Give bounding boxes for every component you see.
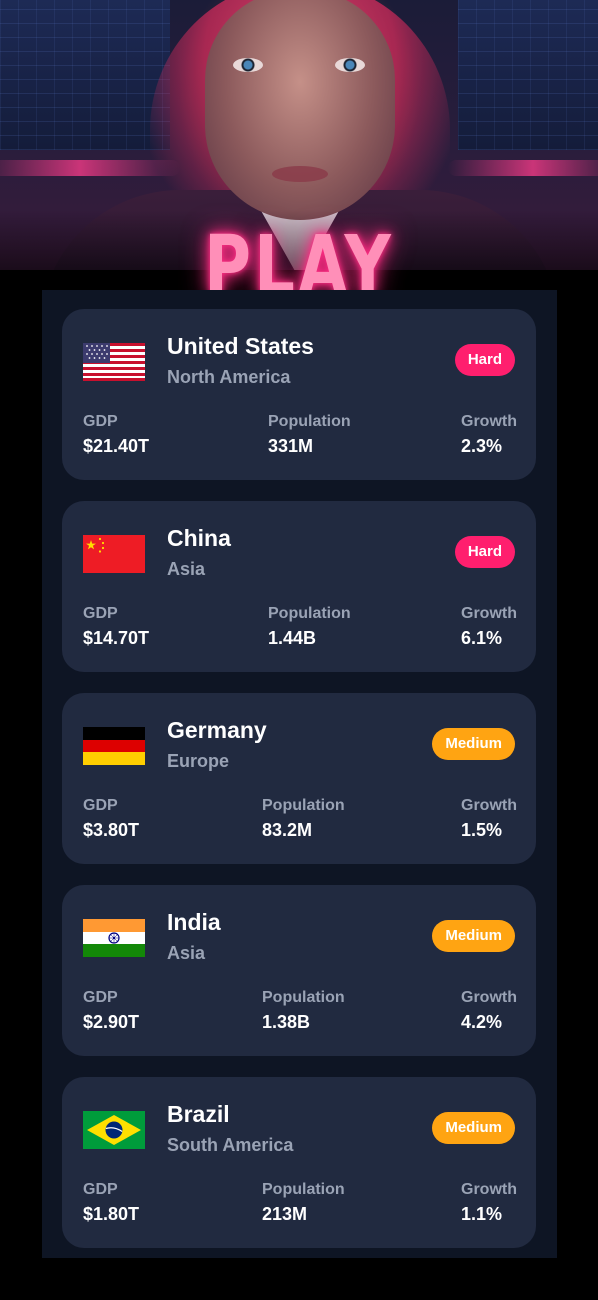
population-label: Population [262,797,345,814]
country-card-united-states[interactable]: United States North America Hard GDP $21… [62,309,536,480]
trading-screen-right [458,0,598,150]
country-name: Brazil [167,1101,230,1127]
country-name: India [167,909,221,935]
country-region: North America [167,367,291,387]
gdp-label: GDP [83,989,118,1006]
growth-value: 4.2% [461,1012,503,1032]
gdp-label: GDP [83,797,118,814]
population-value: 213M [262,1204,308,1224]
china-flag-icon [83,535,145,573]
trading-screen-left [0,0,170,150]
country-name: Germany [167,717,267,743]
country-card-china[interactable]: China Asia Hard GDP $14.70T Population 1… [62,501,536,672]
difficulty-badge: Medium [432,728,515,760]
growth-value: 1.1% [461,1204,503,1224]
country-region: Asia [167,559,206,579]
growth-label: Growth [461,413,517,430]
population-value: 1.44B [268,628,317,648]
difficulty-badge: Medium [432,920,515,952]
play-screen: PLAY United States North America Hard GD… [0,0,598,1300]
gdp-label: GDP [83,413,118,430]
country-card-brazil[interactable]: Brazil South America Medium GDP $1.80T P… [62,1077,536,1248]
growth-value: 1.5% [461,820,503,840]
population-value: 1.38B [262,1012,311,1032]
growth-label: Growth [461,605,517,622]
population-label: Population [262,989,345,1006]
country-region: South America [167,1135,294,1155]
growth-label: Growth [461,989,517,1006]
gdp-value: $14.70T [83,628,150,648]
hero-lips [272,166,328,182]
growth-value: 6.1% [461,628,503,648]
gdp-label: GDP [83,1181,118,1198]
hero-eye-right [335,58,365,72]
gdp-value: $3.80T [83,820,140,840]
population-label: Population [268,413,351,430]
growth-label: Growth [461,797,517,814]
country-card-india[interactable]: India Asia Medium GDP $2.90T Population … [62,885,536,1056]
country-region: Europe [167,751,230,771]
india-flag-icon [83,919,145,957]
growth-value: 2.3% [461,436,503,456]
population-value: 331M [268,436,314,456]
neon-desk-right [448,160,598,176]
population-value: 83.2M [262,820,313,840]
difficulty-badge: Hard [454,536,515,568]
gdp-value: $21.40T [83,436,150,456]
population-label: Population [262,1181,345,1198]
country-region: Asia [167,943,206,963]
brazil-flag-icon [83,1111,145,1149]
growth-label: Growth [461,1181,517,1198]
country-card-germany[interactable]: Germany Europe Medium GDP $3.80T Populat… [62,693,536,864]
country-name: United States [167,333,314,359]
difficulty-badge: Hard [454,344,515,376]
gdp-label: GDP [83,605,118,622]
gdp-value: $1.80T [83,1204,140,1224]
difficulty-badge: Medium [432,1112,515,1144]
us-flag-icon [83,343,145,381]
gdp-value: $2.90T [83,1012,140,1032]
country-name: China [167,525,231,551]
hero-face [205,0,395,220]
population-label: Population [268,605,351,622]
germany-flag-icon [83,727,145,765]
hero-eye-left [233,58,263,72]
